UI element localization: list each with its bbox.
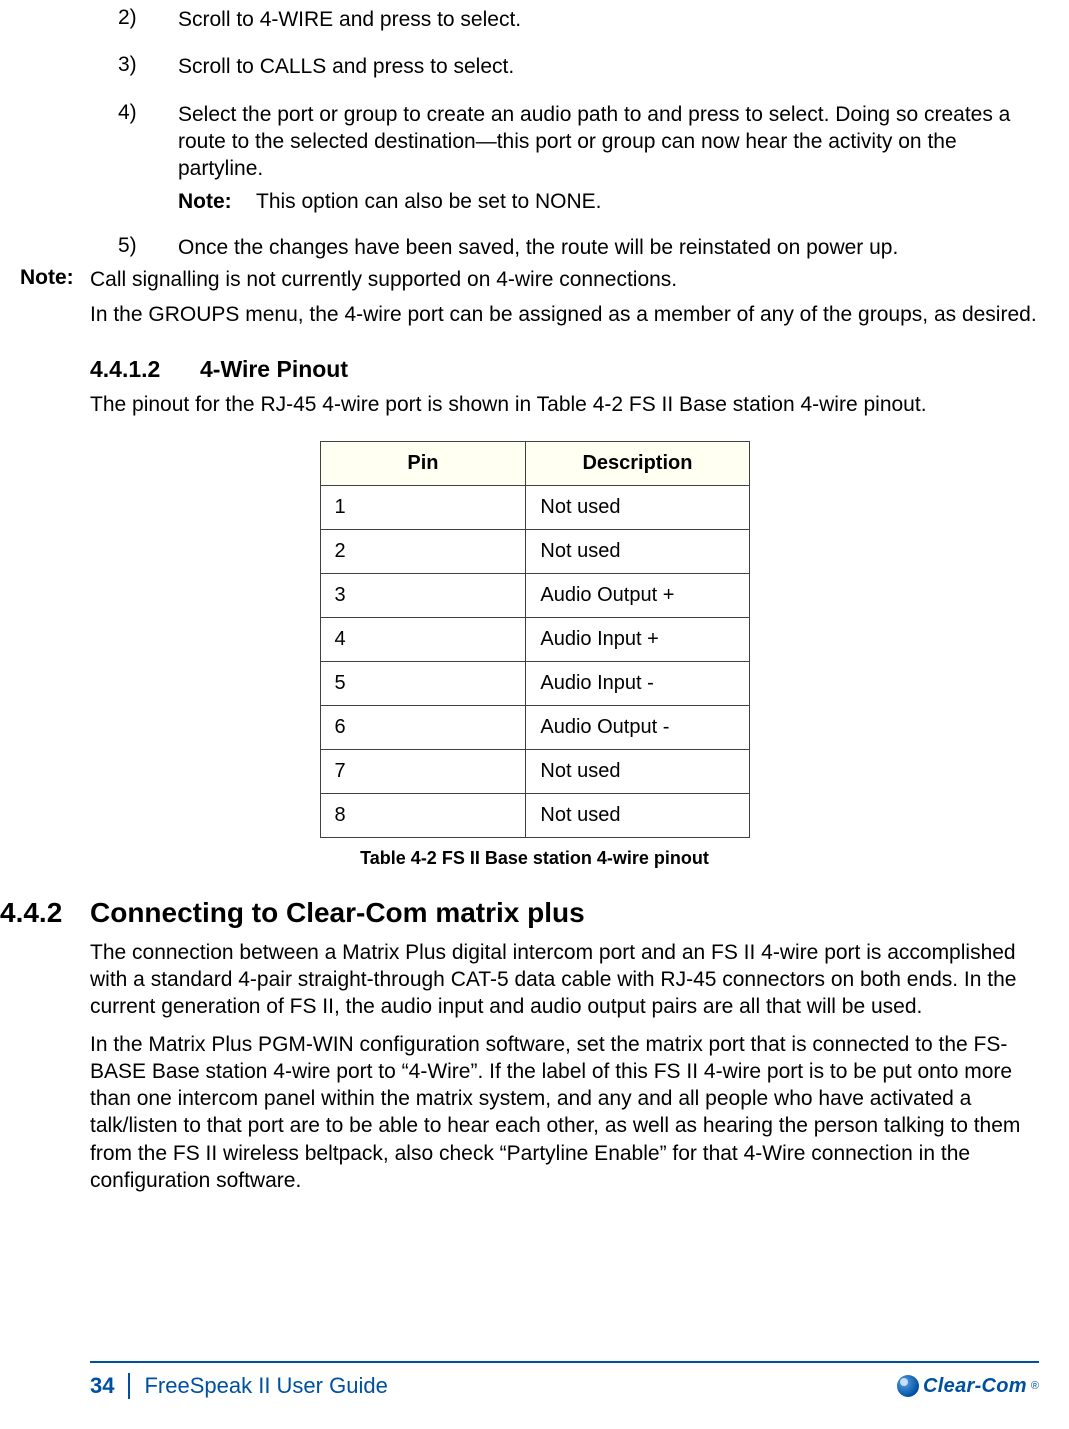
step-num: 3) <box>118 53 178 80</box>
note-text: This option can also be set to NONE. <box>256 190 1039 214</box>
step-5: 5) Once the changes have been saved, the… <box>118 234 1039 261</box>
table-row: 8Not used <box>320 793 749 837</box>
note-line1: Call signalling is not currently support… <box>90 266 1039 293</box>
heading-title: Connecting to Clear-Com matrix plus <box>90 897 585 928</box>
th-pin: Pin <box>320 441 526 485</box>
footer-rule <box>90 1361 1039 1363</box>
logo-icon <box>897 1375 919 1397</box>
step-2: 2) Scroll to 4-WIRE and press to select. <box>118 6 1039 33</box>
registered-mark: ® <box>1031 1380 1039 1392</box>
step-3: 3) Scroll to CALLS and press to select. <box>118 53 1039 80</box>
table-row: 1Not used <box>320 485 749 529</box>
heading-num: 4.4.1.2 <box>90 356 200 383</box>
table-row: 6Audio Output - <box>320 705 749 749</box>
th-desc: Description <box>526 441 749 485</box>
pinout-table: Pin Description 1Not used 2Not used 3Aud… <box>320 441 750 838</box>
step-text: Scroll to 4-WIRE and press to select. <box>178 6 1039 33</box>
guide-title: FreeSpeak II User Guide <box>130 1373 897 1399</box>
heading-title: 4-Wire Pinout <box>200 356 348 382</box>
para: In the Matrix Plus PGM-WIN configuration… <box>90 1031 1039 1195</box>
heading-4-4-1-2: 4.4.1.24-Wire Pinout <box>90 356 1069 383</box>
table-row: 2Not used <box>320 529 749 573</box>
heading-num: 4.4.2 <box>0 897 90 929</box>
table-row: 7Not used <box>320 749 749 793</box>
table-caption: Table 4-2 FS II Base station 4-wire pino… <box>0 848 1069 869</box>
step-text: Scroll to CALLS and press to select. <box>178 53 1039 80</box>
step-4: 4) Select the port or group to create an… <box>118 101 1039 215</box>
note-label: Note: <box>178 190 256 214</box>
heading-4-4-2: 4.4.2Connecting to Clear-Com matrix plus <box>0 897 1069 929</box>
para: The connection between a Matrix Plus dig… <box>90 939 1039 1021</box>
section-intro: The pinout for the RJ-45 4-wire port is … <box>90 391 1039 418</box>
note-line2: In the GROUPS menu, the 4-wire port can … <box>90 301 1039 328</box>
step-num: 4) <box>118 101 178 183</box>
footer: 34 FreeSpeak II User Guide Clear-Com ® <box>0 1361 1069 1399</box>
page-number: 34 <box>90 1373 130 1399</box>
table-row: 4Audio Input + <box>320 617 749 661</box>
step-num: 2) <box>118 6 178 33</box>
step-num: 5) <box>118 234 178 261</box>
outer-note: Note: Call signalling is not currently s… <box>20 266 1039 329</box>
brand-text: Clear-Com <box>923 1375 1027 1398</box>
table-row: 3Audio Output + <box>320 573 749 617</box>
step-text: Select the port or group to create an au… <box>178 101 1039 183</box>
table-row: 5Audio Input - <box>320 661 749 705</box>
brand-logo: Clear-Com ® <box>897 1375 1039 1398</box>
step-text: Once the changes have been saved, the ro… <box>178 234 1039 261</box>
note-label: Note: <box>20 266 90 329</box>
